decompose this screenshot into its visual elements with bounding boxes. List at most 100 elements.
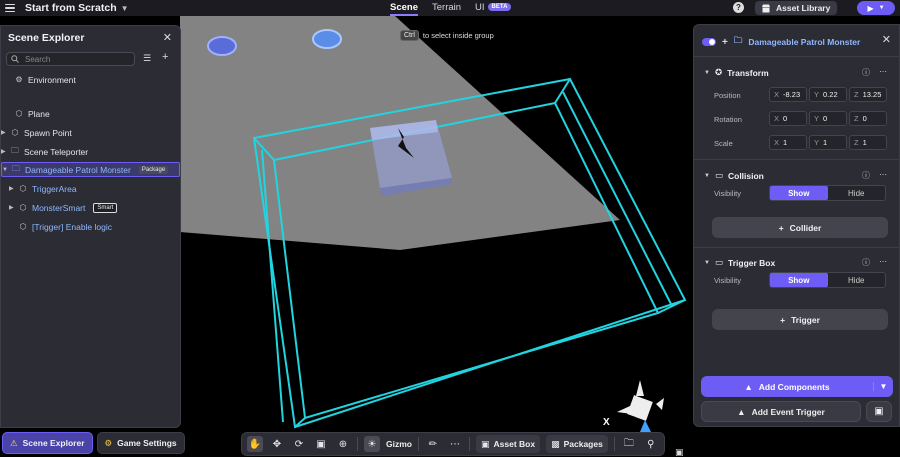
add-components-button[interactable]: ▲ Add Components ▼ xyxy=(701,376,893,397)
search-icon[interactable]: ⚲ xyxy=(643,436,659,452)
filter-icon[interactable]: ☰ xyxy=(143,53,151,64)
chevron-down-icon[interactable]: ▼ xyxy=(873,382,893,391)
scale-tool-icon[interactable]: ▣ xyxy=(313,436,329,452)
packages-icon: ▩ xyxy=(551,438,560,449)
tree-item-plane[interactable]: ⬡ Plane xyxy=(5,106,50,121)
trigger-box-section-header[interactable]: ▼ ▭ Trigger Box xyxy=(704,257,775,268)
rotation-z-field[interactable]: Z0 xyxy=(849,111,887,126)
scale-z-value: 1 xyxy=(862,138,867,147)
asset-box-button[interactable]: ▣ Asset Box xyxy=(475,435,541,453)
add-collider-button[interactable]: + Collider xyxy=(712,217,888,238)
toolbar-divider xyxy=(357,437,358,451)
tree-item-trigger-area[interactable]: ▶ ⬡ TriggerArea xyxy=(9,181,77,196)
scene-explorer-panel: Scene Explorer ✕ Search ☰ + ⚙ Environmen… xyxy=(0,25,181,428)
axis-label: Y xyxy=(814,90,820,99)
more-icon[interactable]: ⋯ xyxy=(879,257,887,268)
project-title[interactable]: Start from Scratch xyxy=(25,2,117,14)
add-components-main[interactable]: ▲ Add Components xyxy=(701,382,873,392)
brush-icon[interactable]: ✏ xyxy=(425,436,441,452)
position-label: Position xyxy=(714,91,741,100)
axis-label: X xyxy=(774,114,780,123)
folder-icon[interactable]: 🗀 xyxy=(621,436,637,452)
add-event-trigger-button[interactable]: ▲ Add Event Trigger xyxy=(701,401,861,422)
trigger-visibility-label: Visibility xyxy=(714,276,741,285)
hamburger-menu-icon[interactable] xyxy=(3,1,17,15)
enable-toggle[interactable] xyxy=(702,38,716,46)
more-icon[interactable]: ⋯ xyxy=(879,67,887,78)
position-x-field[interactable]: X -8.23 xyxy=(769,87,807,102)
tab-ui[interactable]: UI BETA xyxy=(475,0,512,16)
asset-box-label: Asset Box xyxy=(493,439,536,449)
more-icon[interactable]: ⋯ xyxy=(879,170,887,181)
trigger-show-option[interactable]: Show xyxy=(770,273,828,287)
event-settings-button[interactable]: ▣ xyxy=(866,401,892,422)
toolbar-divider xyxy=(417,437,419,451)
packages-button[interactable]: ▩ Packages xyxy=(546,435,608,453)
tree-item-damageable-patrol-monster[interactable]: ▼ 🗀 Damageable Patrol Monster Package xyxy=(1,162,180,177)
collapse-arrow-icon[interactable]: ▼ xyxy=(2,167,10,173)
tree-item-trigger-enable-logic[interactable]: ⬡ [Trigger] Enable logic xyxy=(9,219,113,234)
cube-icon: ⬡ xyxy=(19,203,27,212)
close-icon[interactable]: ✕ xyxy=(163,31,172,44)
help-icon[interactable]: ⓘ xyxy=(862,67,870,78)
pivot-tool-icon[interactable]: ⊕ xyxy=(335,436,351,452)
scale-y-field[interactable]: Y1 xyxy=(809,135,847,150)
trigger-hide-option[interactable]: Hide xyxy=(828,273,886,287)
add-icon[interactable]: + xyxy=(722,37,728,48)
transform-section-header[interactable]: ▼ ✪ Transform xyxy=(704,67,769,78)
tab-scene[interactable]: Scene xyxy=(390,0,418,16)
scale-z-field[interactable]: Z1 xyxy=(849,135,887,150)
add-icon[interactable]: + xyxy=(162,51,168,63)
rotate-tool-icon[interactable]: ⟳ xyxy=(291,436,307,452)
gizmo-lock-icon: ▣ xyxy=(675,447,684,457)
tab-terrain[interactable]: Terrain xyxy=(432,0,461,16)
collision-hide-option[interactable]: Hide xyxy=(828,186,886,200)
help-icon[interactable]: ? xyxy=(733,2,744,13)
rotation-x-field[interactable]: X0 xyxy=(769,111,807,126)
search-icon xyxy=(11,55,19,63)
position-y-field[interactable]: Y 0.22 xyxy=(809,87,847,102)
transform-title: Transform xyxy=(727,67,769,78)
asset-library-button[interactable]: Asset Library xyxy=(755,1,837,15)
spawn-point-marker xyxy=(207,36,237,56)
expand-arrow-icon[interactable]: ▶ xyxy=(1,129,9,136)
search-input[interactable]: Search xyxy=(6,52,135,66)
expand-arrow-icon[interactable]: ▶ xyxy=(9,185,17,192)
scale-y-value: 1 xyxy=(823,138,828,147)
move-tool-icon[interactable]: ✥ xyxy=(269,436,285,452)
tree-item-spawn-point[interactable]: ▶ ⬡ Spawn Point xyxy=(1,125,72,140)
more-icon[interactable]: ⋯ xyxy=(447,436,463,452)
document-settings-icon: ▣ xyxy=(874,406,884,417)
position-z-field[interactable]: Z 13.25 xyxy=(849,87,887,102)
help-icon[interactable]: ⓘ xyxy=(862,257,870,268)
tree-item-label: Scene Teleporter xyxy=(24,146,89,157)
rotation-label: Rotation xyxy=(714,115,742,124)
scale-x-value: 1 xyxy=(783,138,788,147)
collision-show-option[interactable]: Show xyxy=(770,186,828,200)
gizmo-label[interactable]: Gizmo xyxy=(386,439,412,449)
tree-item-environment[interactable]: ⚙ Environment xyxy=(5,72,76,87)
expand-arrow-icon[interactable]: ▶ xyxy=(9,204,17,211)
hand-tool-icon[interactable]: ✋ xyxy=(247,436,263,452)
tree-item-label: Environment xyxy=(28,74,76,85)
rotation-z-value: 0 xyxy=(862,114,867,123)
collision-section-header[interactable]: ▼ ▭ Collision xyxy=(704,170,764,181)
light-icon[interactable]: ☀ xyxy=(364,436,380,452)
scale-x-field[interactable]: X1 xyxy=(769,135,807,150)
rotation-y-field[interactable]: Y0 xyxy=(809,111,847,126)
play-button[interactable]: ▶ ▼ xyxy=(857,1,895,15)
ctrl-key: Ctrl xyxy=(400,30,419,41)
scene-explorer-button[interactable]: ⚠ Scene Explorer xyxy=(2,432,93,454)
chevron-down-icon[interactable]: ▼ xyxy=(121,4,129,13)
close-icon[interactable]: ✕ xyxy=(882,33,891,46)
add-trigger-button[interactable]: + Trigger xyxy=(712,309,888,330)
game-settings-button-label: Game Settings xyxy=(117,438,177,448)
help-icon[interactable]: ⓘ xyxy=(862,170,870,181)
expand-arrow-icon[interactable]: ▶ xyxy=(1,148,9,155)
tree-item-monster-smart[interactable]: ▶ ⬡ MonsterSmart Smart xyxy=(9,200,118,215)
axis-label: Y xyxy=(814,138,820,147)
game-settings-button[interactable]: ⚙ Game Settings xyxy=(96,432,185,454)
tree-item-scene-teleporter[interactable]: ▶ 🗀 Scene Teleporter xyxy=(1,144,88,159)
search-placeholder: Search xyxy=(25,54,51,64)
tree-item-label: Damageable Patrol Monster xyxy=(25,164,131,175)
